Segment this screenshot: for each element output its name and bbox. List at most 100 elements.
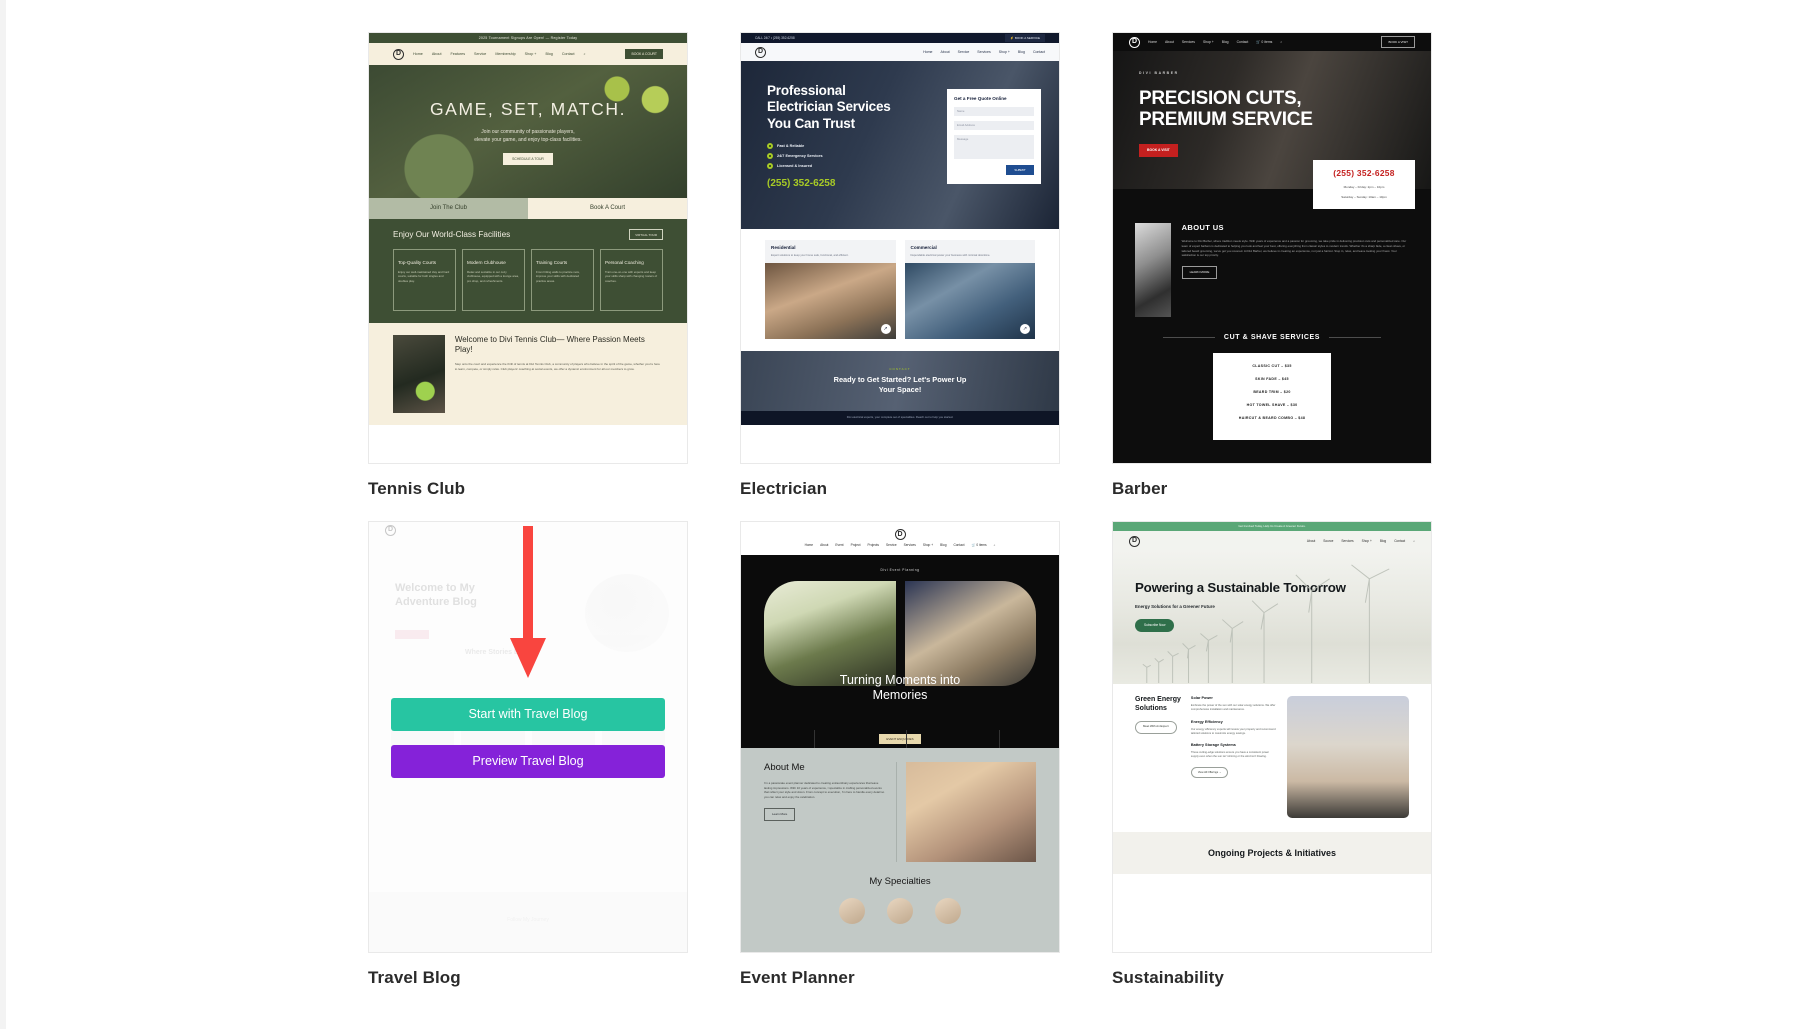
nav-link[interactable]: Shop + xyxy=(923,543,933,547)
nav-link[interactable]: About xyxy=(820,543,828,547)
nav-link[interactable]: Features xyxy=(450,52,465,57)
arrow-icon[interactable]: ↗ xyxy=(1020,324,1030,334)
layout-thumbnail-barber[interactable]: D Home About Services Shop + Blog Contac… xyxy=(1112,32,1432,464)
nav-link[interactable]: Home xyxy=(1148,40,1157,45)
cart-icon[interactable]: 🛒 0 items xyxy=(1256,40,1272,45)
service-card-residential[interactable]: Residential Expert solutions to keep you… xyxy=(765,240,896,339)
site-navbar[interactable]: D About Source Services Shop + Blog Cont… xyxy=(1113,531,1431,551)
view-all-offerings-button[interactable]: View All Offerings → xyxy=(1191,767,1229,779)
nav-link[interactable]: Shop + xyxy=(1203,40,1214,45)
nav-link[interactable]: Home xyxy=(413,52,423,57)
layout-card-event-planner[interactable]: D Home About Event Project Projects Serv… xyxy=(740,521,1060,988)
nav-cta-button[interactable]: BOOK A COURT xyxy=(625,49,663,60)
site-navbar[interactable]: D Home About Event Project Projects Serv… xyxy=(741,522,1059,555)
phone-number[interactable]: (255) 352-6258 xyxy=(1321,168,1407,179)
layout-card-barber[interactable]: D Home About Services Shop + Blog Contac… xyxy=(1112,32,1432,499)
nav-link[interactable]: About xyxy=(940,50,949,55)
nav-link[interactable]: About xyxy=(432,52,442,57)
site-navbar[interactable]: D Home About Service Services Shop + Blo… xyxy=(741,43,1059,61)
book-service-button[interactable]: ⚡ BOOK A SERVICE xyxy=(1005,34,1045,42)
nav-link[interactable]: Contact xyxy=(1237,40,1249,45)
virtual-tour-button[interactable]: VIRTUAL TOUR xyxy=(629,229,663,240)
start-with-travel-blog-button[interactable]: Start with Travel Blog xyxy=(391,698,665,731)
cart-icon[interactable]: 🛒 0 items xyxy=(971,543,986,547)
arrow-icon[interactable]: ↗ xyxy=(881,324,891,334)
nav-link[interactable]: Service xyxy=(886,543,897,547)
submit-button[interactable]: SUBMIT xyxy=(1006,165,1034,175)
nav-cta-button[interactable]: BOOK A VISIT xyxy=(1381,36,1415,48)
nav-link[interactable]: Shop + xyxy=(525,52,537,57)
tab-join-the-club[interactable]: Join The Club xyxy=(369,198,528,219)
name-input[interactable]: Name xyxy=(954,107,1034,116)
nav-link[interactable]: Projects xyxy=(868,543,880,547)
meet-expert-button[interactable]: Meet With An Expert xyxy=(1135,721,1177,734)
site-navbar[interactable]: D Home About Services Shop + Blog Contac… xyxy=(1113,33,1431,51)
hours-line2: Saturday – Sunday: 10am – 10pm xyxy=(1321,195,1407,200)
cta-title: Ready to Get Started? Let's Power Up You… xyxy=(834,375,967,396)
about-learn-more-button[interactable]: Learn More xyxy=(764,808,795,821)
tab-bar[interactable]: Join The Club Book A Court xyxy=(369,198,687,219)
nav-link[interactable]: Services xyxy=(1182,40,1195,45)
layout-card-tennis-club[interactable]: 2025 Tournament Signups Are Open! — Regi… xyxy=(368,32,688,499)
nav-link[interactable]: Shop + xyxy=(1362,539,1372,543)
nav-link[interactable]: Services xyxy=(1341,539,1353,543)
specialties-title: My Specialties xyxy=(741,876,1059,889)
event-enquiries-button[interactable]: EVENT ENQUIRIES xyxy=(879,734,920,744)
layout-card-travel-blog[interactable]: D Welcome to My Adventure Blog Where Sto… xyxy=(368,521,688,988)
specialty-icon xyxy=(887,898,913,924)
nav-link[interactable]: Event xyxy=(835,543,843,547)
nav-link[interactable]: Project xyxy=(851,543,861,547)
tab-book-a-court[interactable]: Book A Court xyxy=(528,198,687,219)
search-icon[interactable]: ⌕ xyxy=(1413,539,1415,543)
specialties-icons xyxy=(741,898,1059,924)
nav-link[interactable]: Contact xyxy=(562,52,575,57)
section-title: Green Energy Solutions xyxy=(1135,696,1181,714)
action-buttons[interactable]: Start with Travel Blog Preview Travel Bl… xyxy=(391,698,665,778)
nav-link[interactable]: Blog xyxy=(1222,40,1229,45)
nav-link[interactable]: Blog xyxy=(1380,539,1386,543)
nav-link[interactable]: Blog xyxy=(1018,50,1025,55)
nav-link[interactable]: Contact xyxy=(1394,539,1405,543)
down-arrow-icon xyxy=(502,526,554,686)
nav-link[interactable]: About xyxy=(1165,40,1174,45)
nav-link[interactable]: About xyxy=(1307,539,1315,543)
preview-travel-blog-button[interactable]: Preview Travel Blog xyxy=(391,745,665,778)
nav-link[interactable]: Home xyxy=(805,543,814,547)
layout-card-sustainability[interactable]: Get Involved Today, Help Us Create A Gre… xyxy=(1112,521,1432,988)
nav-link[interactable]: Services xyxy=(904,543,916,547)
nav-link[interactable]: Shop + xyxy=(999,50,1010,55)
subscribe-button[interactable]: Subscribe Now xyxy=(1135,619,1174,632)
footer-text: Divi electrical experts, your complete s… xyxy=(847,416,954,420)
layout-thumbnail-electrician[interactable]: CALL 24/7 • (255) 352-6258 ⚡ BOOK A SERV… xyxy=(740,32,1060,464)
site-navbar[interactable]: D Home About Features Service Membership… xyxy=(369,43,687,65)
layout-thumbnail-sustainability[interactable]: Get Involved Today, Help Us Create A Gre… xyxy=(1112,521,1432,953)
service-card-commercial[interactable]: Commercial Dependable electrical power y… xyxy=(905,240,1036,339)
feature-text: Embrace the power of the sun with our so… xyxy=(1191,704,1277,712)
nav-link[interactable]: Contact xyxy=(1033,50,1045,55)
email-input[interactable]: Email Address xyxy=(954,121,1034,130)
nav-link[interactable]: Contact xyxy=(953,543,964,547)
message-textarea[interactable]: Message xyxy=(954,135,1034,159)
mini-site-electrician: CALL 24/7 • (255) 352-6258 ⚡ BOOK A SERV… xyxy=(741,33,1059,463)
layout-thumbnail-tennis-club[interactable]: 2025 Tournament Signups Are Open! — Regi… xyxy=(368,32,688,464)
nav-link[interactable]: Blog xyxy=(940,543,946,547)
card-label-electrician: Electrician xyxy=(740,479,1060,499)
quote-form[interactable]: Get a Free Quote Online Name Email Addre… xyxy=(947,89,1041,184)
nav-link[interactable]: Blog xyxy=(545,52,552,57)
nav-link[interactable]: Membership xyxy=(495,52,515,57)
announcement-text: Get Involved Today, Help Us Create A Gre… xyxy=(1238,525,1305,529)
search-icon[interactable]: ⌕ xyxy=(584,52,586,57)
about-learn-more-button[interactable]: LEARN MORE xyxy=(1182,266,1218,279)
layout-thumbnail-travel-blog[interactable]: D Welcome to My Adventure Blog Where Sto… xyxy=(368,521,688,953)
hero-cta-button[interactable]: SCHEDULE A TOUR xyxy=(503,153,553,165)
layout-card-electrician[interactable]: CALL 24/7 • (255) 352-6258 ⚡ BOOK A SERV… xyxy=(740,32,1060,499)
search-icon[interactable]: ⌕ xyxy=(994,543,996,547)
nav-link[interactable]: Service xyxy=(958,50,970,55)
nav-link[interactable]: Service xyxy=(474,52,486,57)
nav-link[interactable]: Services xyxy=(977,50,990,55)
layout-thumbnail-event-planner[interactable]: D Home About Event Project Projects Serv… xyxy=(740,521,1060,953)
nav-link[interactable]: Source xyxy=(1323,539,1333,543)
search-icon[interactable]: ⌕ xyxy=(1280,40,1282,45)
hero-cta-button[interactable]: BOOK A VISIT xyxy=(1139,144,1178,157)
nav-link[interactable]: Home xyxy=(923,50,932,55)
